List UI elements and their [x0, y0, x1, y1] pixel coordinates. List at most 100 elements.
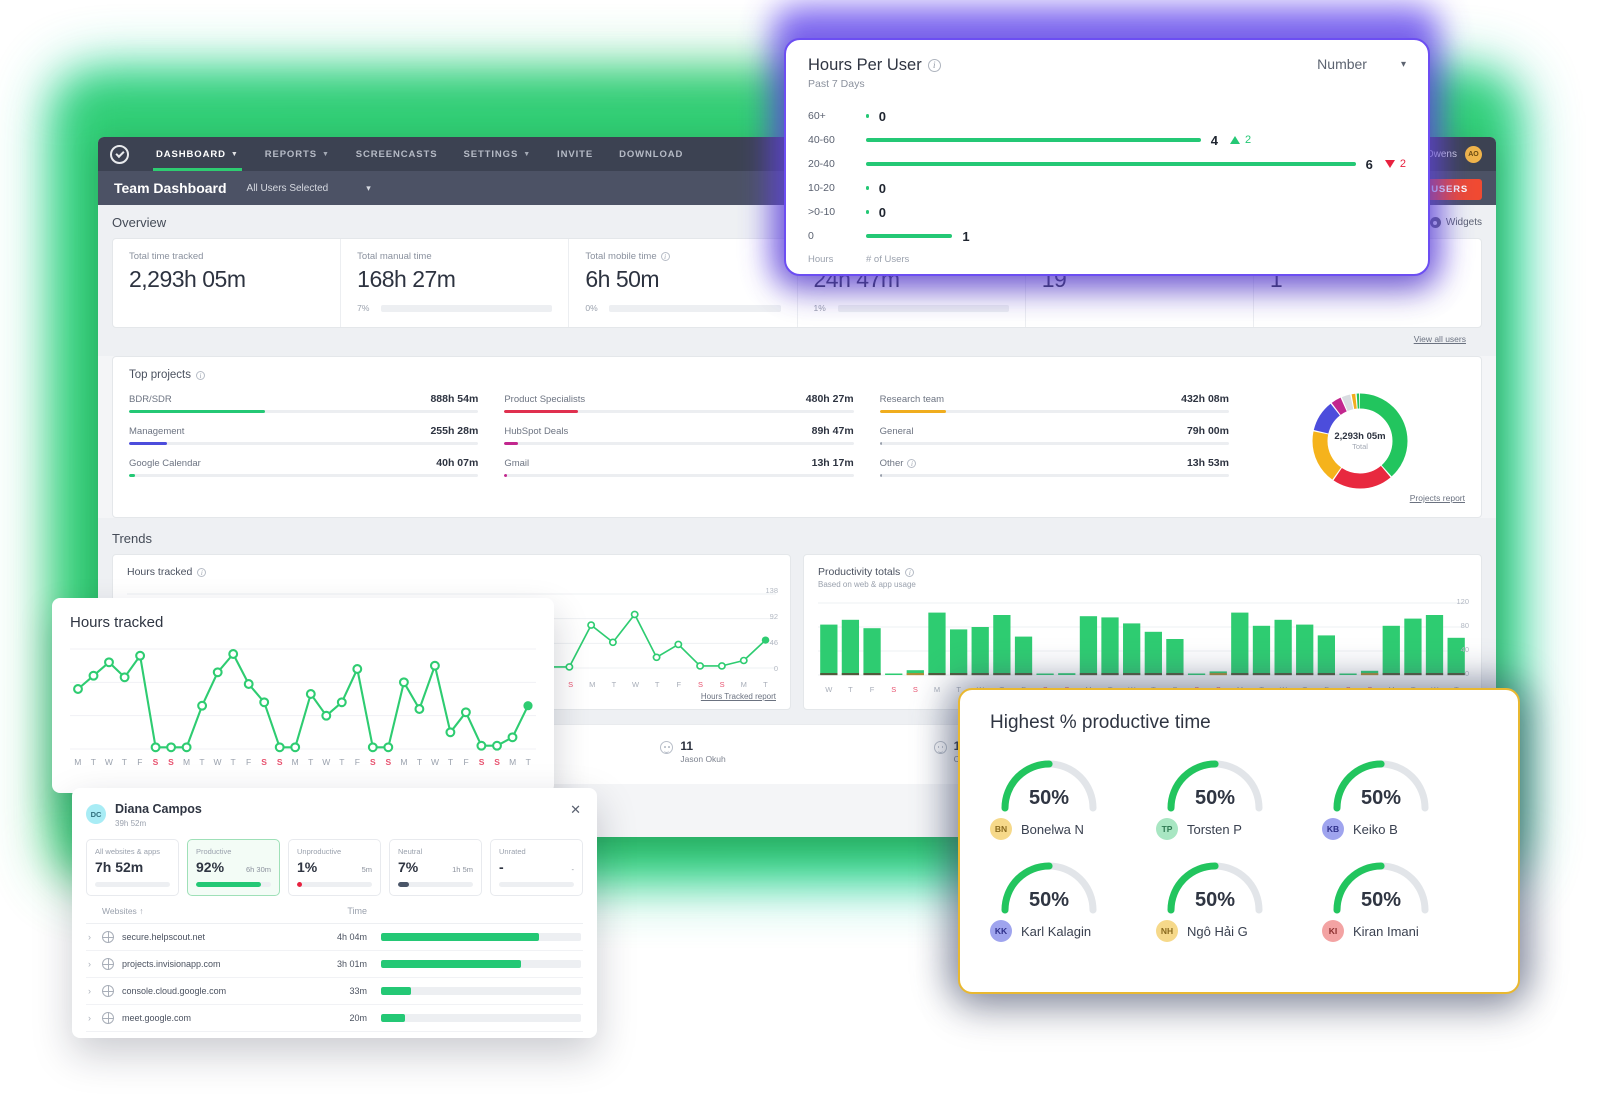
productive-person-item: 50% NH Ngô Hải G: [1156, 860, 1322, 942]
x-tick: S: [568, 680, 574, 689]
hours-bucket-value: 0: [878, 180, 886, 196]
person-row[interactable]: NH Ngô Hải G: [1156, 920, 1322, 942]
progress-track: [879, 410, 1229, 413]
project-value: 79h 00m: [1186, 425, 1229, 437]
user-stat-card[interactable]: All websites & apps 7h 52m: [86, 839, 179, 896]
user-stat-row: 7% 1h 5m: [398, 859, 473, 875]
progress-track: [879, 474, 1229, 477]
user-stat-card[interactable]: Neutral 7% 1h 5m: [389, 839, 482, 896]
view-all-users-link[interactable]: View all users: [112, 328, 1482, 344]
person-name: Torsten P: [1187, 821, 1242, 837]
x-tick: M: [740, 680, 747, 689]
info-icon[interactable]: i: [660, 252, 670, 261]
info-icon[interactable]: i: [905, 567, 915, 577]
chevron-right-icon[interactable]: ›: [88, 1013, 102, 1023]
project-row-top: Gmail 13h 17m: [504, 457, 853, 469]
user-stat-row: 7h 52m: [95, 859, 170, 875]
project-row-top: General 79h 00m: [880, 425, 1229, 437]
hours-per-user-row: 60+ 0: [808, 104, 1406, 128]
user-stat-row: 92% 6h 30m: [196, 859, 271, 875]
hours-bucket-bar: [866, 114, 869, 118]
person-row[interactable]: KK Karl Kalagin: [990, 920, 1156, 942]
users-axis-label: # of Users: [866, 254, 910, 265]
project-value: 888h 54m: [430, 393, 479, 405]
close-icon[interactable]: ✕: [570, 802, 581, 818]
nav-item-invite[interactable]: INVITE: [544, 137, 606, 171]
user-stat-card[interactable]: Unproductive 1% 5m: [288, 839, 381, 896]
website-bar: [381, 960, 581, 968]
table-row[interactable]: › docs.google.com 10m: [86, 1032, 583, 1038]
user-strip-item[interactable]: 11 Jason Okuh: [660, 739, 933, 770]
chevron-right-icon[interactable]: ›: [88, 959, 102, 969]
col-websites[interactable]: Websites ↑: [102, 906, 327, 916]
hours-per-user-mode-select[interactable]: Number ▾: [1317, 56, 1406, 72]
progress-fill: [381, 960, 521, 968]
user-stat-card[interactable]: Unrated - -: [490, 839, 583, 896]
progress-fill: [879, 442, 883, 445]
hours-bucket-bar-wrap: 0: [866, 109, 1406, 124]
hours-bucket-label: 20-40: [808, 158, 835, 170]
x-tick: S: [912, 685, 918, 694]
gauge: 50%: [1322, 758, 1440, 812]
chevron-right-icon[interactable]: ›: [88, 932, 102, 942]
overview-card-bar: 1%: [814, 303, 1009, 313]
nav-item-download[interactable]: DOWNLOAD: [606, 137, 696, 171]
info-icon[interactable]: i: [907, 459, 917, 468]
highest-productive-title: Highest % productive time: [990, 712, 1211, 733]
info-icon[interactable]: i: [197, 567, 207, 577]
project-row: BDR/SDR 888h 54m: [129, 393, 479, 413]
progress-track: [129, 410, 479, 413]
project-value: 13h 53m: [1186, 457, 1229, 469]
col-time[interactable]: Time: [327, 906, 381, 916]
hours-per-user-row: 20-40 6 2: [808, 152, 1406, 176]
y-tick: 40: [1460, 645, 1469, 654]
gauge-value: 50%: [1360, 787, 1402, 809]
info-icon[interactable]: i: [927, 59, 941, 72]
hours-per-user-row: >0-10 0: [808, 200, 1406, 224]
x-tick: M: [589, 680, 596, 689]
donut-chart: 2,293h 05m Total: [1312, 393, 1408, 489]
top-projects-column: Research team 432h 08m General 79h 00m O…: [879, 393, 1255, 489]
user-stat-card[interactable]: Productive 92% 6h 30m: [187, 839, 280, 896]
project-value: 40h 07m: [436, 457, 479, 469]
hours-bucket-label: >0-10: [808, 206, 836, 218]
productive-person-item: 50% BN Bonelwa N: [990, 758, 1156, 840]
x-tick: F: [354, 757, 360, 767]
user-selector-label[interactable]: All Users Selected: [247, 183, 329, 194]
hours-tracked-title-row: Hours tracked i: [127, 566, 776, 578]
x-tick: W: [632, 680, 640, 689]
projects-report-link[interactable]: Projects report: [129, 493, 1465, 503]
x-tick: M: [933, 685, 941, 694]
nav-avatar[interactable]: AO: [1465, 145, 1482, 163]
nav-item-screencasts[interactable]: SCREENCASTS: [343, 137, 451, 171]
nav-item-reports[interactable]: REPORTS ▼: [252, 137, 343, 171]
project-row-top: Management 255h 28m: [129, 425, 478, 437]
hours-per-user-rows: 60+ 0 40-60 4 2 20-40 6 2 10-20 0 >0-10 …: [808, 104, 1406, 248]
hours-per-user-header: Hours Per User i Past 7 Days Number ▾: [808, 56, 1406, 90]
person-row[interactable]: KB Keiko B: [1322, 818, 1488, 840]
person-row[interactable]: KI Kiran Imani: [1322, 920, 1488, 942]
project-row: HubSpot Deals 89h 47m: [504, 425, 854, 445]
gauge: 50%: [1156, 758, 1274, 812]
nav-item-label: SCREENCASTS: [355, 148, 438, 160]
hours-bucket-value: 4: [1210, 132, 1219, 148]
user-strip-count: 11: [680, 739, 694, 753]
user-stat-value: 1%: [297, 859, 318, 875]
person-name: Keiko B: [1353, 821, 1398, 837]
user-detail-total-time: 39h 52m: [115, 819, 147, 828]
table-row[interactable]: › console.cloud.google.com 33m: [86, 978, 583, 1005]
chevron-down-icon[interactable]: ▾: [366, 183, 371, 194]
person-row[interactable]: TP Torsten P: [1156, 818, 1322, 840]
person-row[interactable]: BN Bonelwa N: [990, 818, 1156, 840]
chevron-right-icon[interactable]: ›: [88, 986, 102, 996]
nav-item-dashboard[interactable]: DASHBOARD ▼: [143, 137, 252, 171]
hours-bucket-value: 1: [962, 228, 970, 244]
table-row[interactable]: › projects.invisionapp.com 3h 01m: [86, 951, 583, 978]
table-row[interactable]: › meet.google.com 20m: [86, 1005, 583, 1032]
table-row[interactable]: › secure.helpscout.net 4h 04m: [86, 924, 583, 951]
project-row: General 79h 00m: [879, 425, 1229, 445]
nav-item-settings[interactable]: SETTINGS ▼: [450, 137, 544, 171]
info-icon[interactable]: i: [196, 370, 206, 380]
avatar: KI: [1322, 920, 1344, 942]
project-row: Management 255h 28m: [129, 425, 479, 445]
